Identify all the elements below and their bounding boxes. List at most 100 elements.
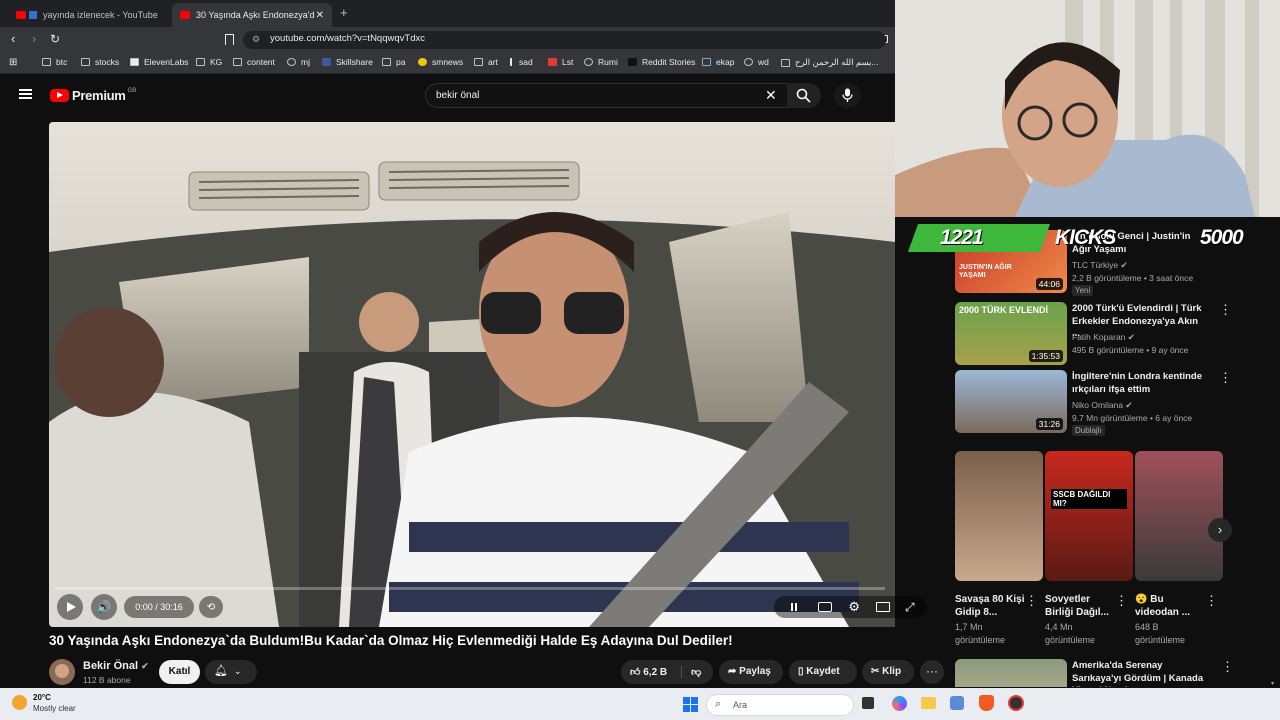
share-arrow-icon: ➦ (728, 666, 737, 677)
recommendation-channel[interactable]: Niko Omilana ✔ (1072, 400, 1133, 411)
more-options-icon[interactable]: ⋮ (1219, 302, 1232, 318)
notification-button[interactable]: 🔔︎ ⌄ (205, 660, 257, 684)
volume-button[interactable]: 🔊 (91, 594, 117, 620)
shorts-next-arrow-icon[interactable]: › (1208, 518, 1232, 542)
subtitles-icon[interactable] (818, 602, 833, 612)
dislike-button[interactable]: 👎︎ (681, 666, 701, 678)
fullscreen-icon[interactable]: ⤢ (905, 600, 915, 615)
hamburger-menu-icon[interactable] (19, 89, 32, 99)
youtube-logo[interactable]: Premium GB (50, 88, 136, 103)
bookmark-kg[interactable]: KG (196, 57, 222, 67)
miniplayer-icon[interactable] (876, 602, 891, 612)
obs-studio-icon[interactable] (1008, 695, 1024, 711)
search-input[interactable]: bekir önal ✕ (425, 83, 788, 108)
bookmark-stocks[interactable]: stocks (81, 57, 119, 67)
thumbnail-caption: JUSTIN'IN AĞIR YAŞAMI (959, 264, 1012, 279)
more-options-icon[interactable]: ⋮ (1221, 659, 1234, 675)
more-options-icon[interactable]: ⋮ (1115, 593, 1128, 609)
forward-arrow-icon[interactable]: › (32, 31, 36, 46)
folder-icon (382, 58, 391, 66)
bookmark-smnews[interactable]: smnews (418, 57, 463, 67)
short-thumbnail[interactable] (955, 451, 1043, 581)
channel-avatar[interactable] (49, 659, 75, 685)
bookmark-pa[interactable]: pa (382, 57, 405, 67)
task-view-icon[interactable] (862, 697, 874, 709)
verified-badge-icon: ✔ (1120, 260, 1128, 270)
bookmark-sad[interactable]: sad (510, 57, 533, 67)
recommendation-channel[interactable]: Fatih Koparan ✔ (1072, 332, 1135, 343)
bookmark-arabic[interactable]: بسم الله الرحمن الرح... (781, 57, 881, 68)
address-bar[interactable]: ⚙ youtube.com/watch?v=tNqqwqvTdxc (243, 31, 886, 49)
short-title[interactable]: Savaşa 80 Kişi Gidip 8... (955, 593, 1027, 619)
tab-current-video[interactable]: 30 Yaşında Aşkı Endonezya'da Bu ✕ (172, 3, 332, 27)
bookmark-skillshare[interactable]: Skillshare (322, 57, 373, 67)
short-title[interactable]: Sovyetler Birliği Dağıl... (1045, 593, 1117, 619)
scrollbar-down-arrow-icon[interactable]: ▾ (1271, 680, 1277, 687)
bookmark-rumi[interactable]: Rumi (584, 57, 618, 67)
like-button[interactable]: 👍︎ 6,2 B (630, 666, 667, 678)
bookmark-ekap[interactable]: ekap (702, 57, 734, 67)
bookmark-mj[interactable]: mj (287, 57, 310, 67)
join-button[interactable]: Katıl (159, 660, 200, 684)
voice-search-button[interactable] (834, 83, 861, 108)
search-button[interactable] (787, 83, 821, 108)
more-actions-button[interactable]: ··· (920, 660, 944, 684)
short-thumbnail[interactable]: SSCB DAĞILDI MI? (1045, 451, 1133, 581)
clip-button[interactable]: ✂ Klip (862, 660, 914, 684)
short-thumbnail[interactable] (1135, 451, 1223, 581)
recommendation-item[interactable]: Amerika'da Serenay Sarıkaya'yı Gördüm | … (955, 659, 1245, 687)
bookmark-elevenlabs[interactable]: ElevenLabs (130, 57, 188, 67)
save-button[interactable]: ▯ Kaydet (789, 660, 857, 684)
region-code: GB (127, 88, 137, 94)
recommendation-item[interactable]: 2000 TÜRK EVLENDİ 1:35:53 2000 Türk'ü Ev… (955, 302, 1245, 365)
bookmark-reddit-stories[interactable]: Reddit Stories (628, 57, 695, 67)
bookmark-icon[interactable] (225, 34, 234, 45)
bird-icon (702, 58, 711, 66)
more-options-icon[interactable]: ⋮ (1219, 370, 1232, 386)
site-info-icon[interactable]: ⚙ (252, 34, 260, 45)
recommendation-thumbnail[interactable]: 2000 TÜRK EVLENDİ 1:35:53 (955, 302, 1067, 365)
stable-volume-icon: ⟲ (206, 601, 216, 613)
youtube-favicon-icon (16, 11, 26, 19)
recommendation-channel[interactable]: TLC Türkiye ✔ (1072, 260, 1128, 271)
bookmark-content[interactable]: content (233, 57, 275, 67)
microphone-icon (842, 88, 853, 102)
tab-youtube-playlist[interactable]: yayında izlenecek - YouTube (8, 3, 170, 27)
stable-volume-button[interactable]: ⟲ (199, 596, 223, 618)
bookmark-btc[interactable]: btc (42, 57, 67, 67)
reload-icon[interactable]: ↻ (50, 32, 60, 46)
taskbar-search[interactable]: ⌕ Ara (706, 694, 854, 716)
back-arrow-icon[interactable]: ‹ (11, 31, 15, 46)
channel-name[interactable]: Bekir Önal ✔ (83, 660, 149, 672)
brave-browser-icon[interactable] (979, 695, 994, 711)
bookmark-wd[interactable]: wd (744, 57, 769, 67)
video-progress-bar[interactable] (55, 587, 885, 590)
bookmark-lst[interactable]: Lst (548, 57, 573, 67)
recommendation-item[interactable]: 31:26 İngiltere'nin Londra kentinde ırkç… (955, 370, 1245, 436)
windows-start-icon[interactable] (683, 697, 698, 712)
recommendation-thumbnail[interactable]: 31:26 (955, 370, 1067, 433)
recommendation-thumbnail[interactable] (955, 659, 1067, 687)
weather-moon-icon[interactable] (12, 695, 27, 710)
settings-gear-icon[interactable]: ⚙ (848, 599, 860, 615)
share-button[interactable]: ➦ Paylaş (719, 660, 783, 684)
short-title[interactable]: 😮 Bu videodan ... (1135, 593, 1207, 619)
bookmark-art[interactable]: art (474, 57, 498, 67)
stream-goal-overlay: 1221 KICKS 5000 (905, 221, 1280, 255)
file-explorer-icon[interactable] (921, 697, 936, 709)
new-tab-button[interactable]: + (340, 5, 348, 20)
extension-favicon-icon (29, 11, 37, 19)
more-options-icon[interactable]: ⋮ (1205, 593, 1218, 609)
video-player[interactable] (49, 122, 895, 627)
snipping-tool-icon[interactable] (950, 696, 964, 710)
apps-grid-icon[interactable]: ⊞ (9, 57, 17, 68)
clear-search-icon[interactable]: ✕ (765, 87, 777, 104)
more-options-icon[interactable]: ⋮ (1025, 593, 1038, 609)
copilot-icon[interactable] (892, 696, 907, 711)
close-tab-icon[interactable]: ✕ (316, 10, 324, 21)
more-dots-icon: ··· (926, 664, 938, 678)
autoplay-toggle-icon[interactable] (791, 603, 798, 611)
weather-temp[interactable]: 20°C (33, 693, 51, 702)
youtube-favicon-icon (180, 11, 190, 19)
play-button[interactable] (57, 594, 83, 620)
